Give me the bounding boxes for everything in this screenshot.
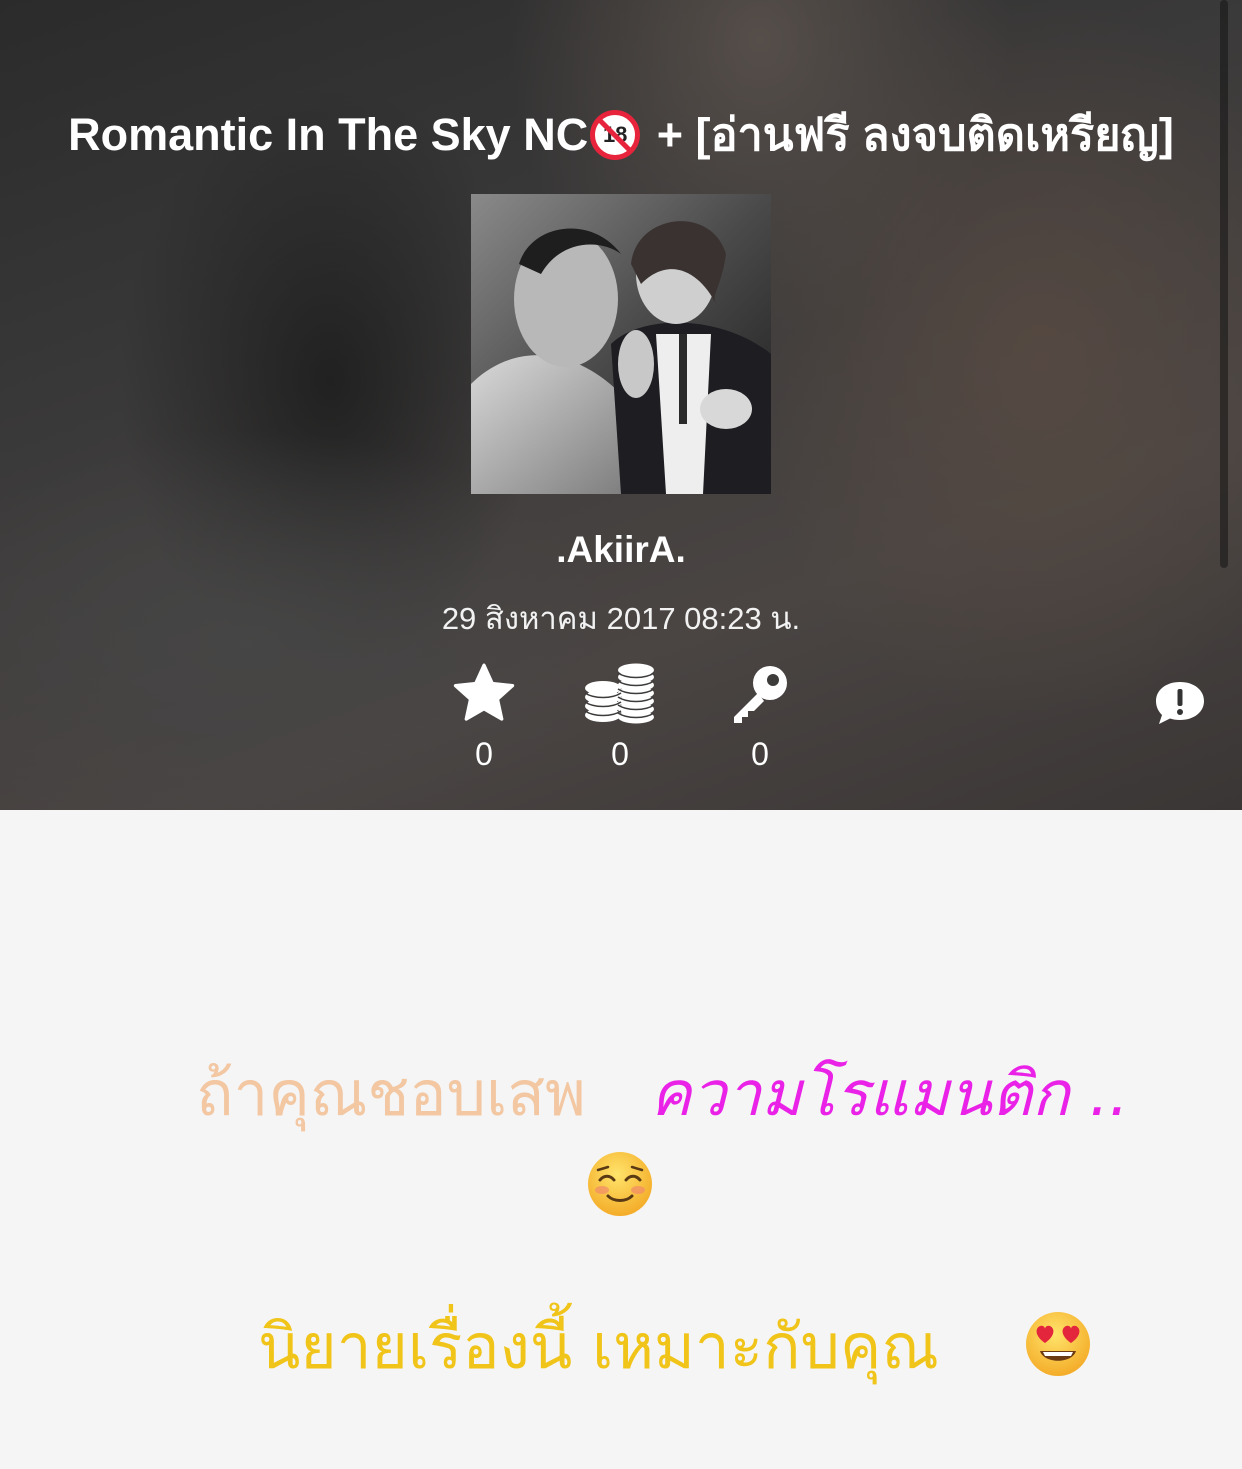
key-icon [710, 662, 810, 726]
publish-date: 29 สิงหาคม 2017 08:23 น. [441, 601, 801, 636]
story-title: Romantic In The Sky NC18 + [อ่านฟรี ลงจบ… [0, 104, 1242, 166]
rating-count: 0 [475, 736, 493, 772]
story-header: Romantic In The Sky NC18 + [อ่านฟรี ลงจบ… [0, 0, 1242, 810]
coins-icon [570, 662, 670, 726]
coins-count: 0 [611, 736, 629, 772]
smiling-blush-emoji [588, 1152, 652, 1216]
scroll-indicator[interactable] [1220, 0, 1228, 568]
heart-eyes-emoji [1026, 1312, 1090, 1376]
description-phrase-gold: นิยายเรื่องนี้ เหมาะกับคุณ [258, 1310, 939, 1383]
description-phrase-magenta: ความโรแมนติก .. [650, 1057, 1129, 1130]
story-title-text: Romantic In The Sky NC [68, 109, 589, 160]
author-name[interactable]: .AkiirA. [0, 524, 1242, 576]
key-stat[interactable]: 0 [710, 662, 810, 776]
report-bubble-icon [1156, 682, 1204, 724]
coins-stat[interactable]: 0 [570, 662, 670, 776]
report-button[interactable] [1154, 680, 1206, 726]
story-cover-image[interactable] [471, 194, 771, 494]
story-title-suffix: + [อ่านฟรี ลงจบติดเหรียญ] [644, 109, 1174, 160]
description-line-2: นิยายเรื่องนี้ เหมาะกับคุณ [258, 1302, 939, 1392]
cover-illustration [471, 194, 771, 494]
description-phrase-peach: ถ้าคุณชอบเสพ [196, 1057, 586, 1130]
story-description: ถ้าคุณชอบเสพ ความโรแมนติก .. นิยายเรื่อง… [0, 810, 1242, 1469]
no-under-18-icon: 18 [590, 110, 641, 160]
rating-stat[interactable]: 0 [434, 662, 534, 776]
story-detail-screen: Romantic In The Sky NC18 + [อ่านฟรี ลงจบ… [0, 0, 1242, 1469]
key-count: 0 [751, 736, 769, 772]
star-icon [434, 662, 534, 726]
